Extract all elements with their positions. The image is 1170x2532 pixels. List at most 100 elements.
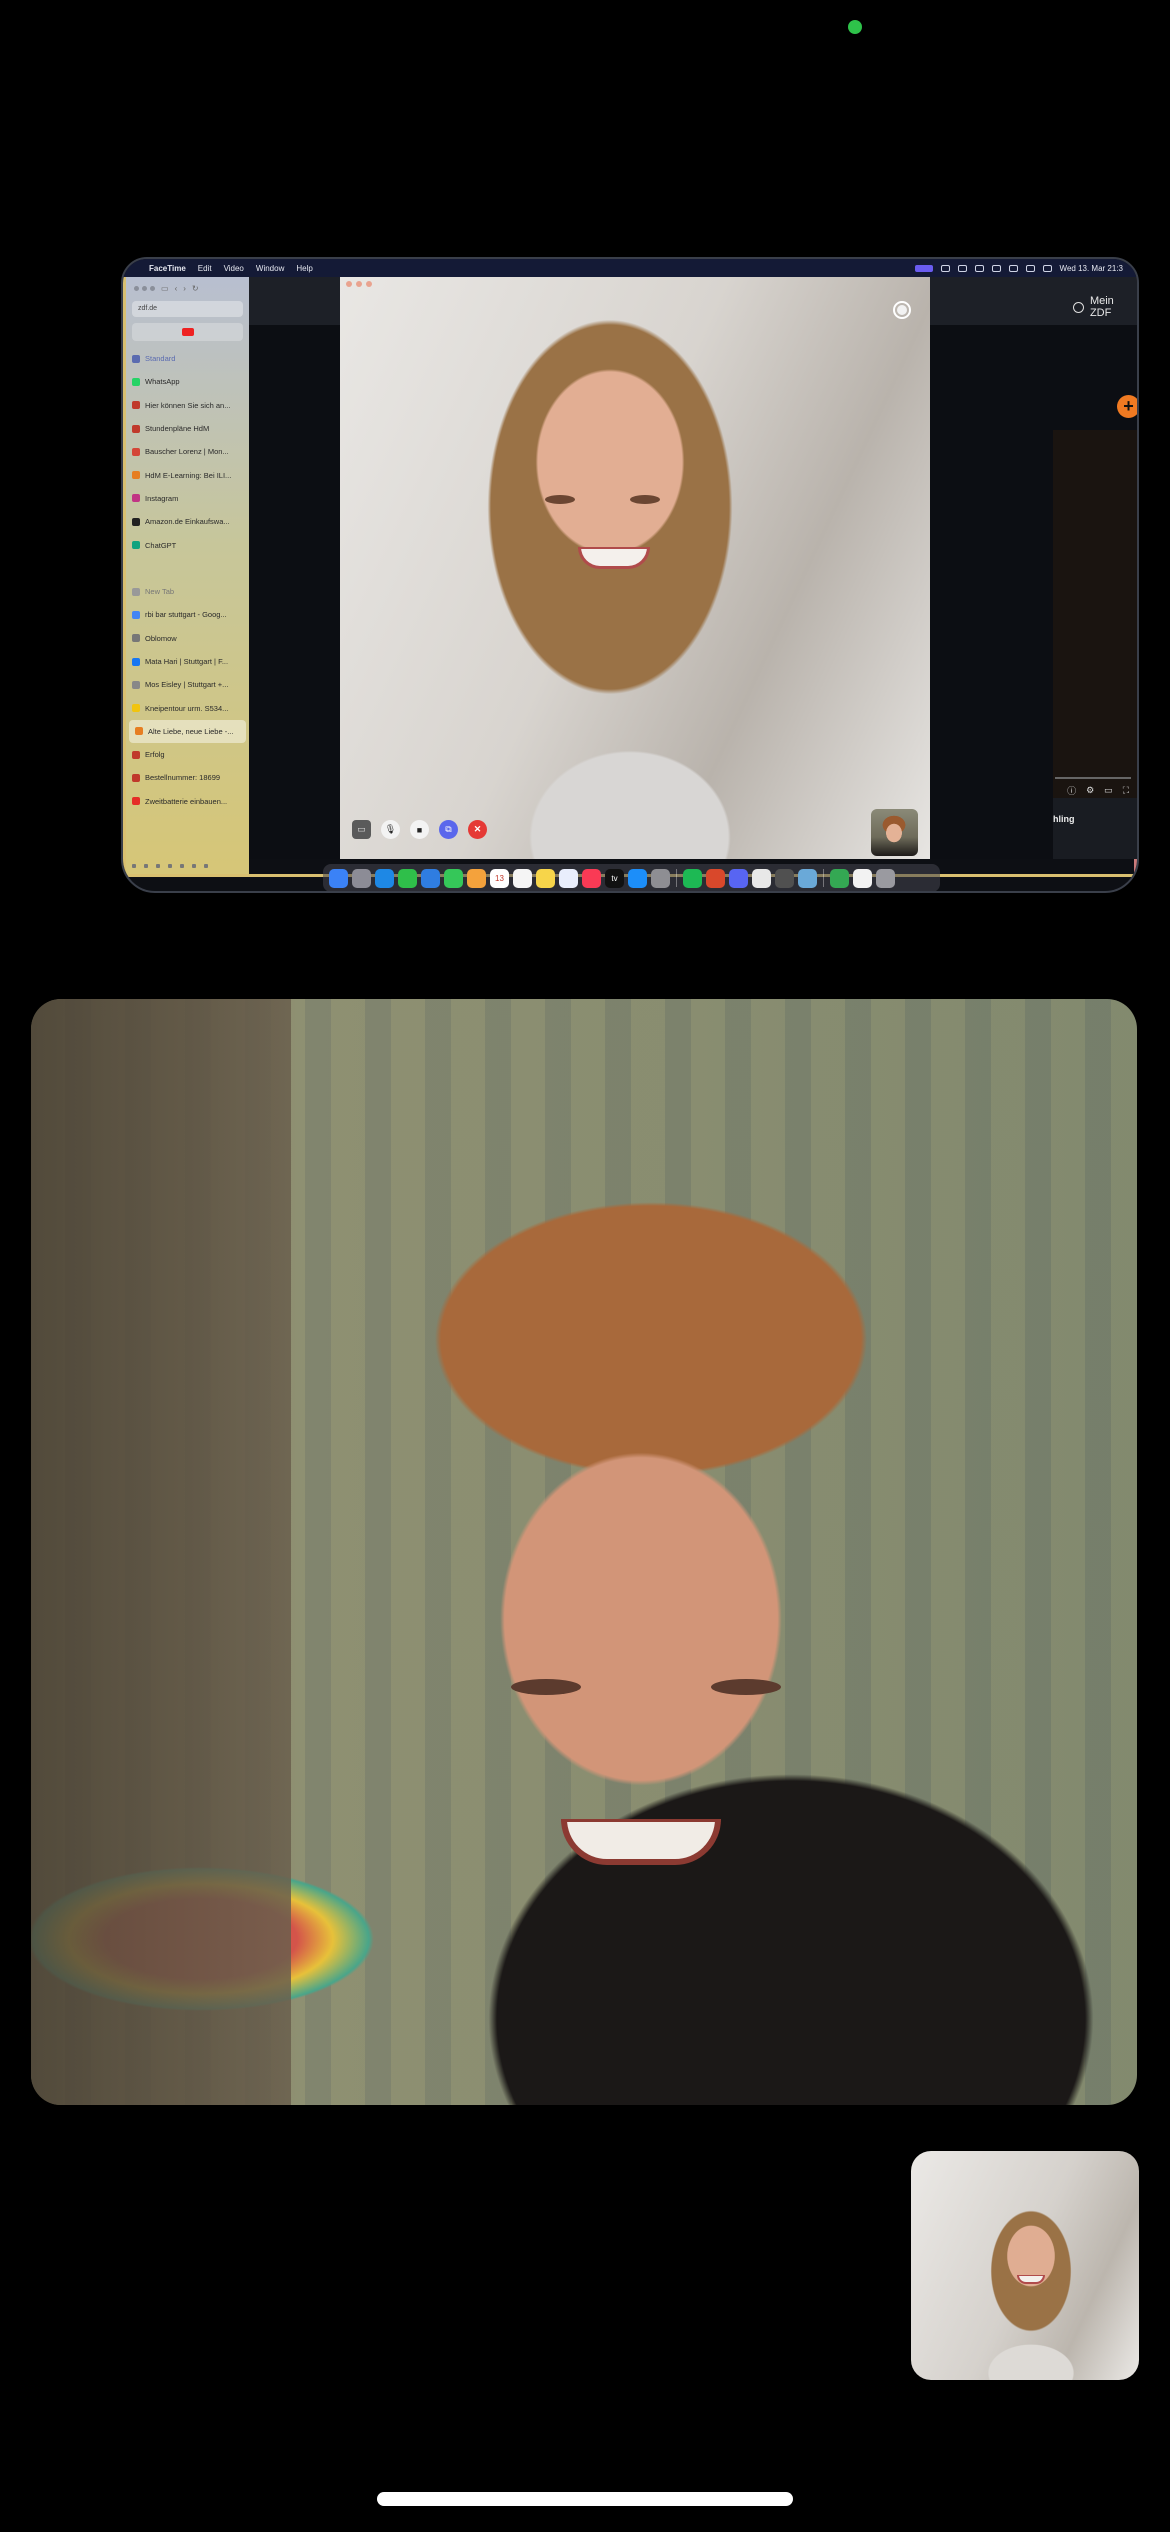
record-button[interactable] <box>893 301 911 319</box>
facetime-self-preview[interactable] <box>871 809 918 856</box>
sidebar-tab-label: Zweitbatterie einbauen... <box>145 796 228 806</box>
dock-mail-icon[interactable] <box>421 868 440 888</box>
control-center-icon[interactable] <box>1042 264 1052 272</box>
dock-document-icon[interactable] <box>853 868 872 888</box>
menubar-status-area: Wed 13. Mar 21:3 <box>914 264 1123 273</box>
address-field[interactable]: zdf.de <box>132 301 243 317</box>
zdf-video-title[interactable]: hling <box>1053 798 1137 859</box>
sidebar-tab-item[interactable]: Mos Eisley | Stuttgart +... <box>126 673 249 696</box>
dock-trash-icon[interactable] <box>876 868 895 888</box>
camera-button[interactable]: ■ <box>410 820 429 839</box>
search-icon[interactable] <box>1025 264 1035 272</box>
sidebar-tab-item[interactable]: Zweitbatterie einbauen... <box>126 790 249 813</box>
dock-spotify-icon[interactable] <box>683 868 702 888</box>
mac-dock: 13 tv <box>323 864 940 891</box>
volume-icon[interactable] <box>974 264 984 272</box>
shareplay-button[interactable]: ⧉ <box>439 820 458 839</box>
sidebar-tab-item[interactable]: Mata Hari | Stuttgart | F... <box>126 650 249 673</box>
subtitles-icon[interactable]: ▭ <box>1104 785 1113 796</box>
display-icon[interactable] <box>957 264 967 272</box>
dock-calculator-icon[interactable] <box>775 868 794 888</box>
sidebar-tab-item[interactable]: New Tab <box>126 580 249 603</box>
sidebar-tab-item[interactable]: Standard <box>126 347 249 370</box>
sidebar-tab-item[interactable]: Bauscher Lorenz | Mon... <box>126 440 249 463</box>
dock-facetime-icon[interactable] <box>398 868 417 888</box>
sidebar-tab-label: New Tab <box>145 587 175 597</box>
dock-preview-icon[interactable] <box>798 868 817 888</box>
sidebar-tab-label: rbi bar stuttgart - Goog... <box>145 610 227 620</box>
settings-icon[interactable]: ⚙ <box>1086 785 1094 796</box>
dock-notes-icon[interactable] <box>536 868 555 888</box>
info-icon[interactable]: ⓘ <box>1067 784 1076 797</box>
sidebar-tab-item[interactable]: Alte Liebe, neue Liebe -... <box>129 719 246 744</box>
sidebar-tab-item[interactable]: rbi bar stuttgart - Goog... <box>126 603 249 626</box>
menubar-video[interactable]: Video <box>224 264 244 273</box>
add-to-list-button[interactable]: + <box>1117 395 1137 418</box>
menubar-app-name[interactable]: FaceTime <box>149 264 186 273</box>
favorite-youtube[interactable] <box>132 323 243 341</box>
reload-icon[interactable]: ↻ <box>192 284 199 293</box>
self-smile <box>1017 2275 1045 2284</box>
mic-button[interactable]: 🎙 <box>381 820 400 839</box>
fullscreen-icon[interactable]: ⛶ <box>1123 785 1129 796</box>
dock-system-settings-icon[interactable] <box>651 868 670 888</box>
remote-participant-video[interactable] <box>31 999 1137 2105</box>
dock-calendar-icon[interactable]: 13 <box>490 868 509 888</box>
sidebar-button[interactable]: ▭ <box>352 820 371 839</box>
facetime-window: ▭ 🎙 ■ ⧉ ✕ <box>340 277 930 859</box>
self-view-video[interactable] <box>911 2151 1139 2380</box>
dock-freeform-icon[interactable] <box>559 868 578 888</box>
battery-icon[interactable] <box>991 264 1001 272</box>
menubar-help[interactable]: Help <box>296 264 312 273</box>
screen-sharing-icon[interactable] <box>914 264 933 272</box>
dock-photos-icon[interactable] <box>467 868 486 888</box>
sidebar-tab-label: WhatsApp <box>145 377 180 387</box>
sidebar-tab-item[interactable]: Stundenpläne HdM <box>126 417 249 440</box>
dock-messages-icon[interactable] <box>444 868 463 888</box>
video-progress-bar[interactable] <box>1055 777 1131 779</box>
woman-smile <box>578 547 650 569</box>
home-indicator[interactable] <box>377 2492 793 2506</box>
menubar-edit[interactable]: Edit <box>198 264 212 273</box>
sidebar-tab-item[interactable]: WhatsApp <box>126 370 249 393</box>
dock-tv-icon[interactable]: tv <box>605 868 624 888</box>
facetime-window-controls[interactable] <box>346 281 372 287</box>
window-controls[interactable] <box>134 285 155 291</box>
back-icon[interactable]: ‹ <box>175 284 178 293</box>
favicon-icon <box>132 401 140 410</box>
sidebar-tab-item[interactable]: Erfolg <box>126 743 249 766</box>
dock-notes-app-icon[interactable] <box>752 868 771 888</box>
dock-reminders-icon[interactable] <box>513 868 532 888</box>
sidebar-tab-item[interactable]: Bestellnummer: 18699 <box>126 766 249 789</box>
dock-app-store-icon[interactable] <box>628 868 647 888</box>
dock-finder-icon[interactable] <box>329 868 348 888</box>
wifi-icon[interactable] <box>1008 264 1018 272</box>
dock-safari-icon[interactable] <box>375 868 394 888</box>
dock-launchpad-icon[interactable] <box>352 868 371 888</box>
sidebar-tab-label: Mata Hari | Stuttgart | F... <box>145 657 229 666</box>
favicon-icon <box>132 541 140 550</box>
remote-video-woman <box>340 277 930 859</box>
zdf-account-label: Mein ZDF <box>1089 295 1114 319</box>
dock-discord-icon[interactable] <box>729 868 748 888</box>
dock-chrome-icon[interactable] <box>830 868 849 888</box>
zdf-video-player[interactable] <box>1053 430 1137 798</box>
bluetooth-icon[interactable] <box>940 264 950 272</box>
sidebar-tab-item[interactable]: HdM E-Learning: Bei ILI... <box>126 463 249 486</box>
shared-screen: FaceTime Edit Video Window Help Wed 13. … <box>121 257 1139 893</box>
sidebar-tab-item[interactable]: Instagram <box>126 487 249 510</box>
sidebar-tab-label: Alte Liebe, neue Liebe -... <box>148 726 234 736</box>
menubar-clock[interactable]: Wed 13. Mar 21:3 <box>1060 264 1123 273</box>
dock-affinity-icon[interactable] <box>706 868 725 888</box>
sidebar-tab-item[interactable]: Oblomow <box>126 627 249 650</box>
end-call-button[interactable]: ✕ <box>468 820 487 839</box>
sidebar-tab-item[interactable]: Kneipentour urm. S534... <box>126 696 249 719</box>
forward-icon[interactable]: › <box>183 284 186 293</box>
zdf-account-button[interactable]: Mein ZDF <box>1073 295 1137 319</box>
dock-music-icon[interactable] <box>582 868 601 888</box>
sidebar-tab-item[interactable]: Amazon.de Einkaufswa... <box>126 510 249 533</box>
sidebar-tab-item[interactable]: ChatGPT <box>126 533 249 556</box>
menubar-window[interactable]: Window <box>256 264 284 273</box>
sidebar-tab-item[interactable]: Hier können Sie sich an... <box>126 394 249 417</box>
sidebar-toggle-icon[interactable]: ▭ <box>161 284 169 293</box>
